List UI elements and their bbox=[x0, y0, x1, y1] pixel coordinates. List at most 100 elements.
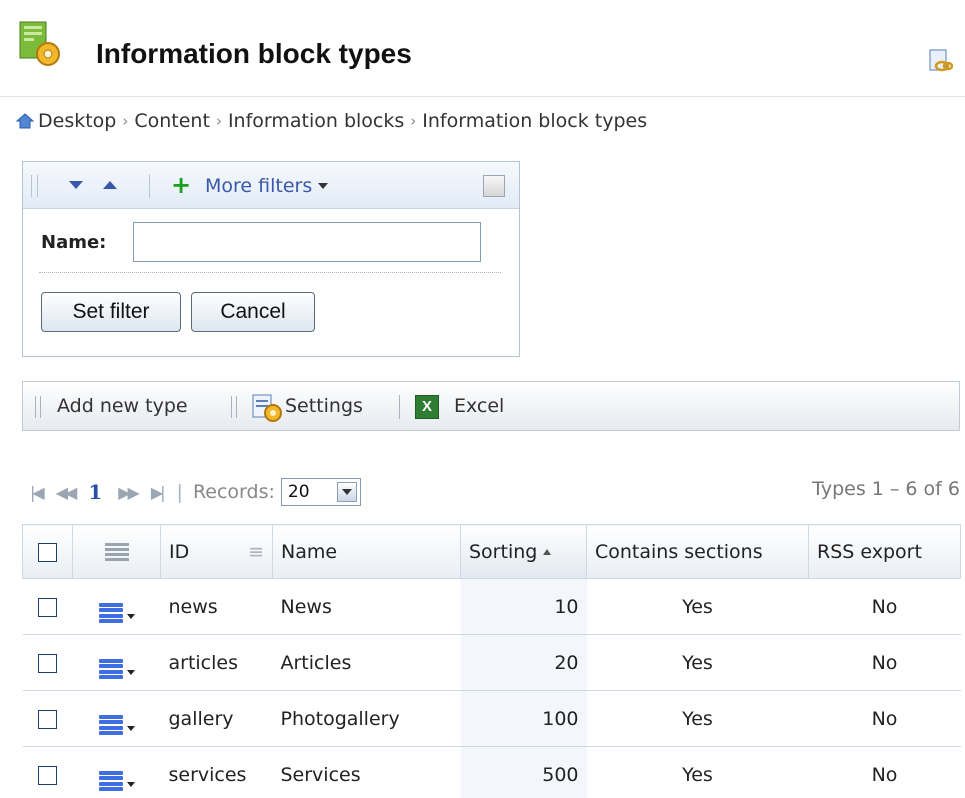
types-table: ID ≡ Name Sorting Contains sections RSS e… bbox=[22, 524, 961, 798]
excel-icon[interactable]: X bbox=[415, 395, 439, 419]
cell-rss-export: No bbox=[808, 578, 961, 635]
link-icon[interactable] bbox=[927, 48, 953, 74]
settings-button[interactable]: Settings bbox=[285, 395, 363, 417]
divider bbox=[39, 272, 501, 273]
row-menu-icon[interactable] bbox=[98, 715, 135, 735]
row-checkbox[interactable] bbox=[38, 765, 57, 785]
cell-rss-export: No bbox=[808, 634, 961, 691]
name-filter-row: Name: bbox=[41, 222, 481, 262]
plus-icon[interactable]: + bbox=[171, 173, 191, 197]
page: Information block types Desktop › Conten… bbox=[0, 0, 965, 798]
filter-panel: + More filters Name: Set filter Cancel bbox=[22, 161, 520, 357]
page-title: Information block types bbox=[96, 38, 412, 69]
toolbar-divider bbox=[231, 396, 237, 418]
column-header-rss-export[interactable]: RSS export bbox=[808, 524, 961, 579]
chevron-down-icon bbox=[336, 482, 357, 502]
breadcrumb: Desktop › Content › Information blocks ›… bbox=[16, 110, 647, 132]
pager: |◀ ◀◀ 1 ▶▶ ▶| | Records: 20 bbox=[30, 478, 361, 506]
row-checkbox[interactable] bbox=[38, 597, 57, 617]
row-menu-icon[interactable] bbox=[98, 659, 135, 679]
breadcrumb-item-desktop[interactable]: Desktop bbox=[38, 110, 116, 132]
cell-name: Articles bbox=[272, 634, 461, 691]
settings-icon[interactable] bbox=[251, 392, 285, 422]
row-actions-cell bbox=[72, 746, 161, 798]
column-drag-icon[interactable]: ≡ bbox=[248, 541, 264, 563]
column-label: ID bbox=[169, 540, 190, 563]
row-menu-icon[interactable] bbox=[98, 603, 135, 623]
chevron-down-icon bbox=[318, 183, 329, 189]
cell-id: services bbox=[160, 746, 273, 798]
collapse-filter-button[interactable] bbox=[483, 175, 505, 197]
breadcrumb-separator: › bbox=[215, 112, 222, 130]
breadcrumb-item-information-blocks[interactable]: Information blocks bbox=[228, 110, 404, 132]
row-select-cell bbox=[22, 634, 73, 691]
cell-contains-sections: Yes bbox=[586, 634, 809, 691]
iblock-types-icon bbox=[19, 21, 60, 66]
sort-ascending-icon bbox=[543, 549, 552, 555]
cell-name: Services bbox=[272, 746, 461, 798]
cell-contains-sections: Yes bbox=[586, 578, 809, 635]
row-actions-cell bbox=[72, 690, 161, 747]
select-all-header bbox=[22, 524, 73, 579]
set-filter-button[interactable]: Set filter bbox=[41, 292, 181, 332]
column-label: Sorting bbox=[469, 540, 538, 563]
title-bar: Information block types bbox=[0, 0, 965, 97]
row-checkbox[interactable] bbox=[38, 709, 57, 729]
row-select-cell bbox=[22, 578, 73, 635]
column-header-sorting[interactable]: Sorting bbox=[460, 524, 587, 579]
column-header-id[interactable]: ID ≡ bbox=[160, 524, 273, 579]
arrow-down-icon[interactable] bbox=[69, 181, 83, 189]
row-actions-cell bbox=[72, 634, 161, 691]
table-header-row: ID ≡ Name Sorting Contains sections RSS e… bbox=[22, 524, 961, 579]
row-select-cell bbox=[22, 746, 73, 798]
prev-page-icon[interactable]: ◀◀ bbox=[56, 483, 78, 502]
excel-button[interactable]: Excel bbox=[454, 395, 504, 417]
toolbar-divider bbox=[399, 395, 400, 419]
records-label: Records: bbox=[192, 481, 275, 503]
columns-menu-icon bbox=[104, 542, 129, 561]
name-label: Name: bbox=[41, 231, 107, 253]
cell-id: articles bbox=[160, 634, 273, 691]
column-label: Name bbox=[281, 540, 338, 563]
actions-header[interactable] bbox=[72, 524, 161, 579]
next-page-icon[interactable]: ▶▶ bbox=[118, 483, 140, 502]
select-all-checkbox[interactable] bbox=[38, 542, 57, 562]
row-select-cell bbox=[22, 690, 73, 747]
drag-handle[interactable] bbox=[35, 396, 41, 418]
column-header-name[interactable]: Name bbox=[272, 524, 461, 579]
current-page[interactable]: 1 bbox=[88, 480, 102, 504]
arrow-up-icon[interactable] bbox=[103, 181, 117, 189]
column-label: Contains sections bbox=[595, 540, 763, 563]
column-label: RSS export bbox=[817, 540, 922, 563]
add-new-type-button[interactable]: Add new type bbox=[57, 395, 188, 417]
cancel-button[interactable]: Cancel bbox=[191, 292, 315, 332]
cell-sorting: 10 bbox=[460, 578, 587, 635]
cell-rss-export: No bbox=[808, 690, 961, 747]
cell-rss-export: No bbox=[808, 746, 961, 798]
cell-id: news bbox=[160, 578, 273, 635]
column-header-contains-sections[interactable]: Contains sections bbox=[586, 524, 809, 579]
table-row[interactable]: services Services 500 Yes No bbox=[22, 746, 961, 798]
first-page-icon[interactable]: |◀ bbox=[30, 483, 45, 502]
breadcrumb-item-content[interactable]: Content bbox=[134, 110, 210, 132]
cell-sorting: 20 bbox=[460, 634, 587, 691]
last-page-icon[interactable]: ▶| bbox=[151, 483, 166, 502]
table-row[interactable]: gallery Photogallery 100 Yes No bbox=[22, 690, 961, 747]
more-filters-button[interactable]: More filters bbox=[205, 175, 329, 197]
cell-sorting: 100 bbox=[460, 690, 587, 747]
records-value: 20 bbox=[287, 482, 310, 502]
pager-divider: | bbox=[176, 481, 183, 503]
table-row[interactable]: articles Articles 20 Yes No bbox=[22, 634, 961, 691]
drag-handle[interactable] bbox=[31, 175, 38, 197]
cell-contains-sections: Yes bbox=[586, 746, 809, 798]
cell-sorting: 500 bbox=[460, 746, 587, 798]
table-row[interactable]: news News 10 Yes No bbox=[22, 578, 961, 635]
home-icon[interactable] bbox=[16, 113, 34, 129]
cell-name: Photogallery bbox=[272, 690, 461, 747]
cell-name: News bbox=[272, 578, 461, 635]
records-per-page-select[interactable]: 20 bbox=[280, 478, 361, 506]
row-checkbox[interactable] bbox=[38, 653, 57, 673]
row-menu-icon[interactable] bbox=[98, 771, 135, 791]
records-summary: Types 1 – 6 of 6 bbox=[812, 478, 960, 500]
name-input[interactable] bbox=[133, 222, 481, 262]
